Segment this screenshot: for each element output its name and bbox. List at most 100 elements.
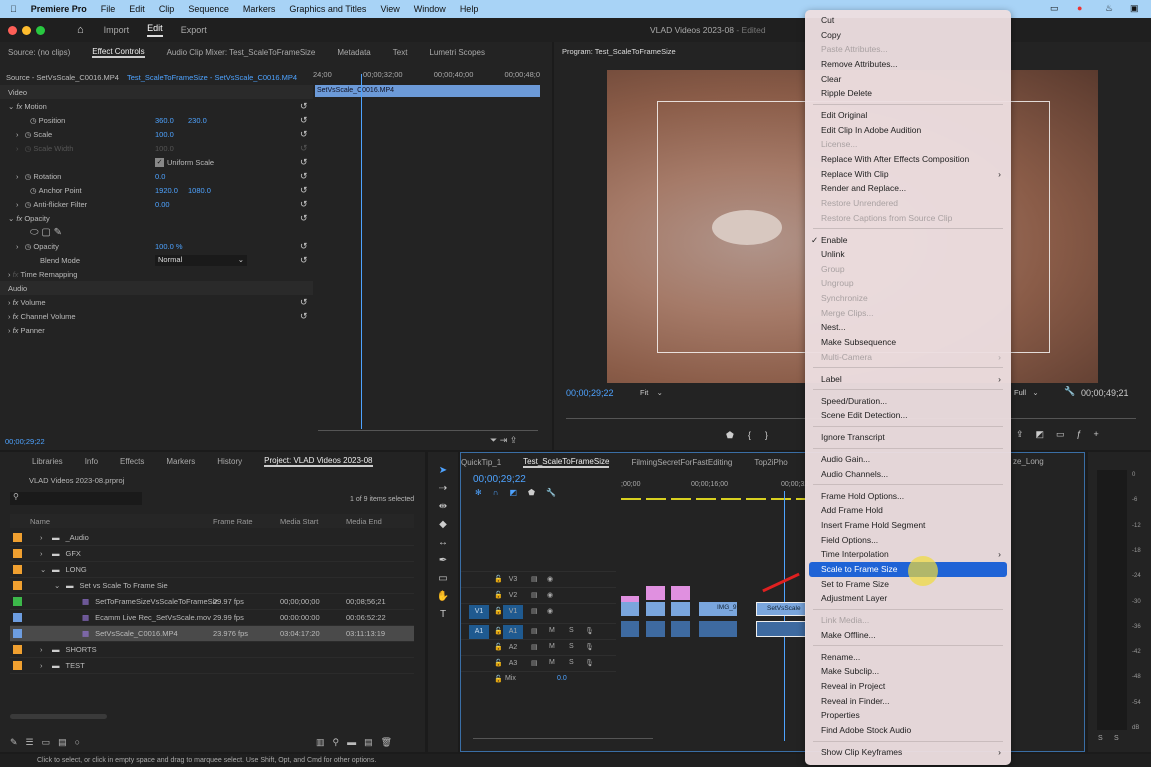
toggle-sync-icon[interactable]: ▤: [531, 659, 538, 667]
menu-graphics[interactable]: Graphics and Titles: [289, 4, 366, 14]
tab-effects[interactable]: Effects: [120, 457, 144, 466]
tab-long[interactable]: ze_Long: [1013, 457, 1044, 466]
clip-v1[interactable]: [671, 602, 690, 616]
clip-img[interactable]: IMG_9: [699, 602, 737, 616]
menu-item-copy[interactable]: Copy: [805, 28, 1011, 43]
track-target[interactable]: V1: [503, 605, 523, 619]
sequence-clip-dropdown[interactable]: Test_ScaleToFrameSize - SetVsScale_C0016…: [127, 73, 297, 82]
menu-item-edit-original[interactable]: Edit Original: [805, 108, 1011, 123]
reset-icon[interactable]: ↺: [300, 101, 308, 112]
nav-export[interactable]: Export: [181, 25, 207, 35]
close-window-button[interactable]: [8, 25, 17, 35]
tab-effect-controls[interactable]: Effect Controls: [92, 47, 145, 58]
microphone-icon[interactable]: 🎙: [585, 659, 594, 667]
source-clip-label[interactable]: Source - SetVsScale_C0016.MP4: [6, 73, 119, 82]
toggle-sync-icon[interactable]: ▤: [531, 575, 538, 583]
blend-mode-dropdown[interactable]: Normal ⌄: [155, 254, 247, 266]
tab-libraries[interactable]: Libraries: [32, 457, 63, 466]
tab-info[interactable]: Info: [85, 457, 98, 466]
tab-quicktip[interactable]: QuickTip_1: [461, 458, 501, 467]
label-color-swatch[interactable]: [13, 581, 22, 590]
minimize-window-button[interactable]: [22, 25, 31, 35]
menu-item-make-subsequence[interactable]: Make Subsequence: [805, 335, 1011, 350]
label-color-swatch[interactable]: [13, 565, 22, 574]
channel-volume-effect[interactable]: › fx Channel Volume ↺: [0, 309, 313, 323]
menu-item-field-options[interactable]: Field Options...: [805, 533, 1011, 548]
ripple-edit-tool-icon[interactable]: ⇹: [428, 498, 458, 516]
solo-button[interactable]: S: [569, 643, 574, 650]
clip-v2[interactable]: [646, 586, 665, 600]
uniform-scale-checkbox[interactable]: ✓: [155, 157, 164, 167]
menu-item-show-clip-keyframes[interactable]: Show Clip Keyframes ›: [805, 745, 1011, 760]
nav-edit[interactable]: Edit: [147, 23, 163, 37]
microphone-icon[interactable]: 🎙: [585, 627, 594, 635]
ec-zoom-scrollbar[interactable]: [318, 430, 538, 431]
eye-icon[interactable]: ◉: [547, 591, 553, 599]
presentation-icon[interactable]: ▭: [1050, 3, 1059, 14]
menu-item-remove-attributes[interactable]: Remove Attributes...: [805, 57, 1011, 72]
audio-clip[interactable]: [646, 621, 665, 637]
type-tool-icon[interactable]: T: [428, 606, 458, 624]
reset-icon[interactable]: ↺: [300, 157, 308, 168]
export-frame-icons[interactable]: ⇪◩▭ƒ+: [1016, 429, 1111, 440]
lock-icon[interactable]: 🔓: [494, 659, 503, 667]
menu-item-ripple-delete[interactable]: Ripple Delete: [805, 86, 1011, 101]
project-footer-tools[interactable]: ✎☰▭▤○: [10, 737, 88, 748]
project-row[interactable]: › ▬ GFX: [10, 546, 414, 562]
track-select-tool-icon[interactable]: ⇢: [428, 480, 458, 498]
mute-button[interactable]: M: [549, 643, 555, 650]
lock-icon[interactable]: 🔓: [494, 675, 503, 683]
column-media-end[interactable]: Media End: [346, 517, 382, 526]
lock-icon[interactable]: 🔓: [494, 627, 503, 635]
menu-item-properties[interactable]: Properties: [805, 708, 1011, 723]
ec-time-ruler[interactable]: 24;00 00;00;32;00 00;00;40;00 00;00;48;0: [313, 70, 540, 84]
project-row[interactable]: ⌄ ▬ Set vs Scale To Frame Sie: [10, 578, 414, 594]
project-row[interactable]: ▦ SetToFrameSizeVsScaleToFrameSiz 29.97 fp…: [10, 594, 414, 610]
menu-app[interactable]: Premiere Pro: [31, 4, 87, 14]
timeline-timecode[interactable]: 00;00;29;22: [473, 474, 526, 485]
reset-icon[interactable]: ↺: [300, 115, 308, 126]
panner-effect[interactable]: › fx Panner: [0, 323, 313, 337]
tab-audio-clip-mixer[interactable]: Audio Clip Mixer: Test_ScaleToFrameSize: [167, 48, 316, 57]
reset-icon[interactable]: ↺: [300, 297, 308, 308]
apple-icon[interactable]: : [10, 4, 17, 14]
audio-clip[interactable]: [699, 621, 737, 637]
expand-toggle-icon[interactable]: ›: [40, 661, 52, 670]
program-title[interactable]: Program: Test_ScaleToFrameSize: [562, 47, 676, 56]
audio-clip[interactable]: [621, 621, 639, 637]
expand-toggle-icon[interactable]: ⌄: [40, 565, 52, 574]
reset-icon[interactable]: ↺: [300, 213, 308, 224]
audio-clip[interactable]: [756, 621, 806, 637]
menu-window[interactable]: Window: [414, 4, 446, 14]
program-timecode[interactable]: 00;00;29;22: [566, 388, 614, 398]
menu-item-set-to-frame-size[interactable]: Set to Frame Size: [805, 577, 1011, 592]
hand-tool-icon[interactable]: ✋: [428, 588, 458, 606]
project-footer-actions[interactable]: ▥⚲▬▤🗑: [316, 737, 400, 748]
clip-v1[interactable]: [646, 602, 665, 616]
volume-effect[interactable]: › fx Volume ↺: [0, 295, 313, 309]
toggle-sync-icon[interactable]: ▤: [531, 643, 538, 651]
menu-item-add-frame-hold[interactable]: Add Frame Hold: [805, 503, 1011, 518]
clip-v1[interactable]: [621, 602, 639, 616]
lock-icon[interactable]: 🔓: [494, 591, 503, 599]
menu-view[interactable]: View: [380, 4, 399, 14]
antiflicker-value[interactable]: 0.00: [155, 200, 170, 209]
rect-mask-icon[interactable]: ▢: [41, 227, 50, 238]
quality-dropdown[interactable]: Full ⌄: [1014, 388, 1039, 397]
tab-filming-secret[interactable]: FilmingSecretForFastEditing: [631, 458, 732, 467]
project-row[interactable]: ▦ Ecamm Live Rec_SetVsScale.mov 29.99 fps 0…: [10, 610, 414, 626]
slip-tool-icon[interactable]: ↔: [428, 534, 458, 552]
tab-markers[interactable]: Markers: [166, 457, 195, 466]
menu-item-find-adobe-stock-audio[interactable]: Find Adobe Stock Audio: [805, 723, 1011, 738]
lock-icon[interactable]: 🔓: [494, 607, 503, 615]
lock-icon[interactable]: 🔓: [494, 643, 503, 651]
ec-playhead[interactable]: [361, 74, 362, 429]
label-color-swatch[interactable]: [13, 597, 22, 606]
menu-file[interactable]: File: [101, 4, 116, 14]
toggle-sync-icon[interactable]: ▤: [531, 607, 538, 615]
timeline-playhead[interactable]: [784, 491, 785, 741]
label-color-swatch[interactable]: [13, 549, 22, 558]
menu-edit[interactable]: Edit: [129, 4, 145, 14]
microphone-icon[interactable]: 🎙: [585, 643, 594, 651]
recording-icon[interactable]: ●: [1077, 3, 1082, 13]
